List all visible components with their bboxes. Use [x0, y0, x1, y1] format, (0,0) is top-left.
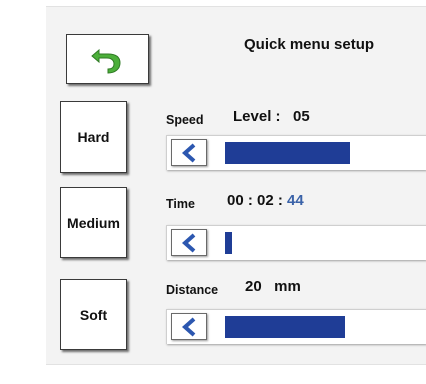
speed-decrease-button[interactable] — [171, 139, 207, 166]
time-value-seconds: 44 — [287, 192, 304, 209]
back-button[interactable] — [66, 34, 149, 84]
speed-value: Level : 05 — [233, 108, 310, 125]
chevron-left-icon — [181, 143, 196, 162]
speed-label: Speed — [166, 113, 204, 127]
preset-hard-label: Hard — [77, 129, 110, 145]
preset-soft-button[interactable]: Soft — [60, 279, 127, 350]
page-title: Quick menu setup — [244, 36, 375, 53]
chevron-left-icon — [181, 317, 196, 336]
preset-hard-button[interactable]: Hard — [60, 101, 127, 173]
time-value: 00 : 02 : 44 — [227, 192, 304, 209]
distance-slider[interactable] — [166, 309, 426, 344]
chevron-left-icon — [181, 233, 196, 252]
distance-value: 20 mm — [245, 278, 301, 295]
preset-medium-label: Medium — [67, 214, 120, 231]
preset-soft-label: Soft — [79, 306, 108, 323]
speed-slider[interactable] — [166, 135, 426, 170]
time-value-main: 00 : 02 : — [227, 192, 288, 209]
distance-label: Distance — [166, 283, 219, 297]
time-slider[interactable] — [166, 225, 426, 260]
time-level-fill — [225, 232, 232, 254]
speed-level-fill — [225, 142, 350, 164]
distance-decrease-button[interactable] — [171, 313, 207, 340]
time-label: Time — [166, 197, 195, 211]
back-arrow-icon — [90, 44, 125, 74]
time-decrease-button[interactable] — [171, 229, 207, 256]
distance-level-fill — [225, 316, 345, 338]
preset-medium-button[interactable]: Medium — [60, 187, 127, 258]
